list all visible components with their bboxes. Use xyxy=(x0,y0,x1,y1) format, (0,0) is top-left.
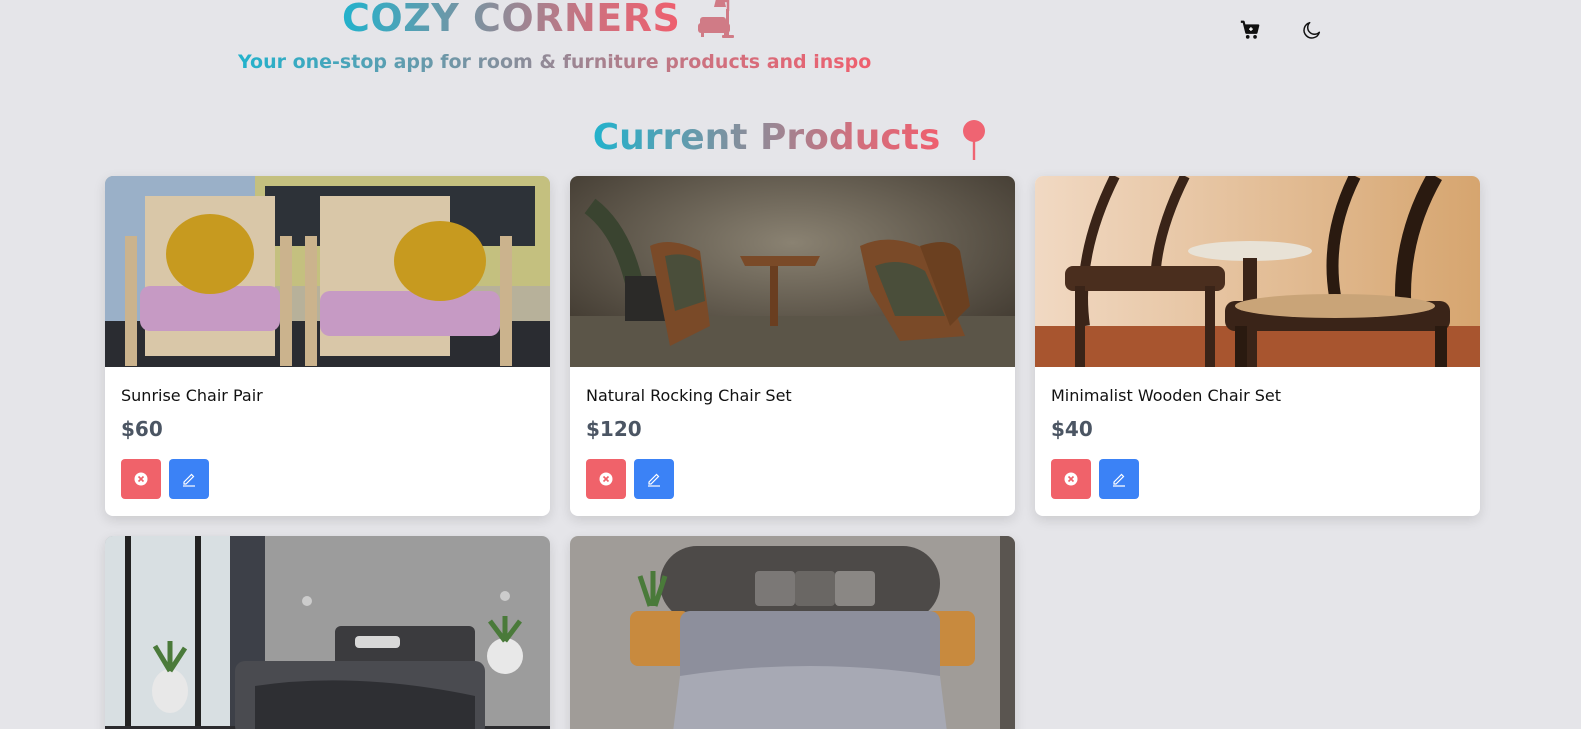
product-image xyxy=(105,536,550,729)
card-actions xyxy=(586,459,999,499)
delete-button[interactable] xyxy=(121,459,161,499)
product-image xyxy=(105,176,550,367)
close-circle-icon xyxy=(1064,472,1078,486)
card-actions xyxy=(121,459,534,499)
pencil-icon xyxy=(648,473,660,487)
header-actions xyxy=(1238,18,1324,42)
section-header: Current Products xyxy=(0,114,1581,160)
pin-icon xyxy=(963,120,986,160)
product-name: Sunrise Chair Pair xyxy=(121,386,263,405)
pencil-icon xyxy=(183,473,195,487)
close-circle-icon xyxy=(599,472,613,486)
delete-button[interactable] xyxy=(1051,459,1091,499)
floor-lamp-sofa-icon xyxy=(698,0,735,38)
section-title: Current Products xyxy=(592,116,941,158)
product-card: Minimalist Wooden Chair Set $40 xyxy=(1035,176,1480,516)
brand: COZY CORNERS xyxy=(342,0,736,40)
cart-icon[interactable] xyxy=(1238,18,1262,42)
product-price: $120 xyxy=(586,417,642,441)
pencil-icon xyxy=(1113,473,1125,487)
product-name: Natural Rocking Chair Set xyxy=(586,386,792,405)
moon-icon[interactable] xyxy=(1300,18,1324,42)
product-card: Natural Rocking Chair Set $120 xyxy=(570,176,1015,516)
edit-button[interactable] xyxy=(169,459,209,499)
delete-button[interactable] xyxy=(586,459,626,499)
product-price: $40 xyxy=(1051,417,1093,441)
tagline: Your one-stop app for room & furniture p… xyxy=(238,51,872,73)
close-circle-icon xyxy=(134,472,148,486)
product-price: $60 xyxy=(121,417,163,441)
product-image xyxy=(570,536,1015,729)
app-title: COZY CORNERS xyxy=(342,0,680,40)
card-actions xyxy=(1051,459,1464,499)
edit-button[interactable] xyxy=(1099,459,1139,499)
product-image xyxy=(1035,176,1480,367)
product-card xyxy=(105,536,550,729)
product-image xyxy=(570,176,1015,367)
product-card: Sunrise Chair Pair $60 xyxy=(105,176,550,516)
product-grid: Sunrise Chair Pair $60 Natural Rocking C… xyxy=(105,176,1481,729)
edit-button[interactable] xyxy=(634,459,674,499)
product-name: Minimalist Wooden Chair Set xyxy=(1051,386,1281,405)
app-header: COZY CORNERS Your one-stop app for room … xyxy=(0,0,1581,90)
product-card xyxy=(570,536,1015,729)
